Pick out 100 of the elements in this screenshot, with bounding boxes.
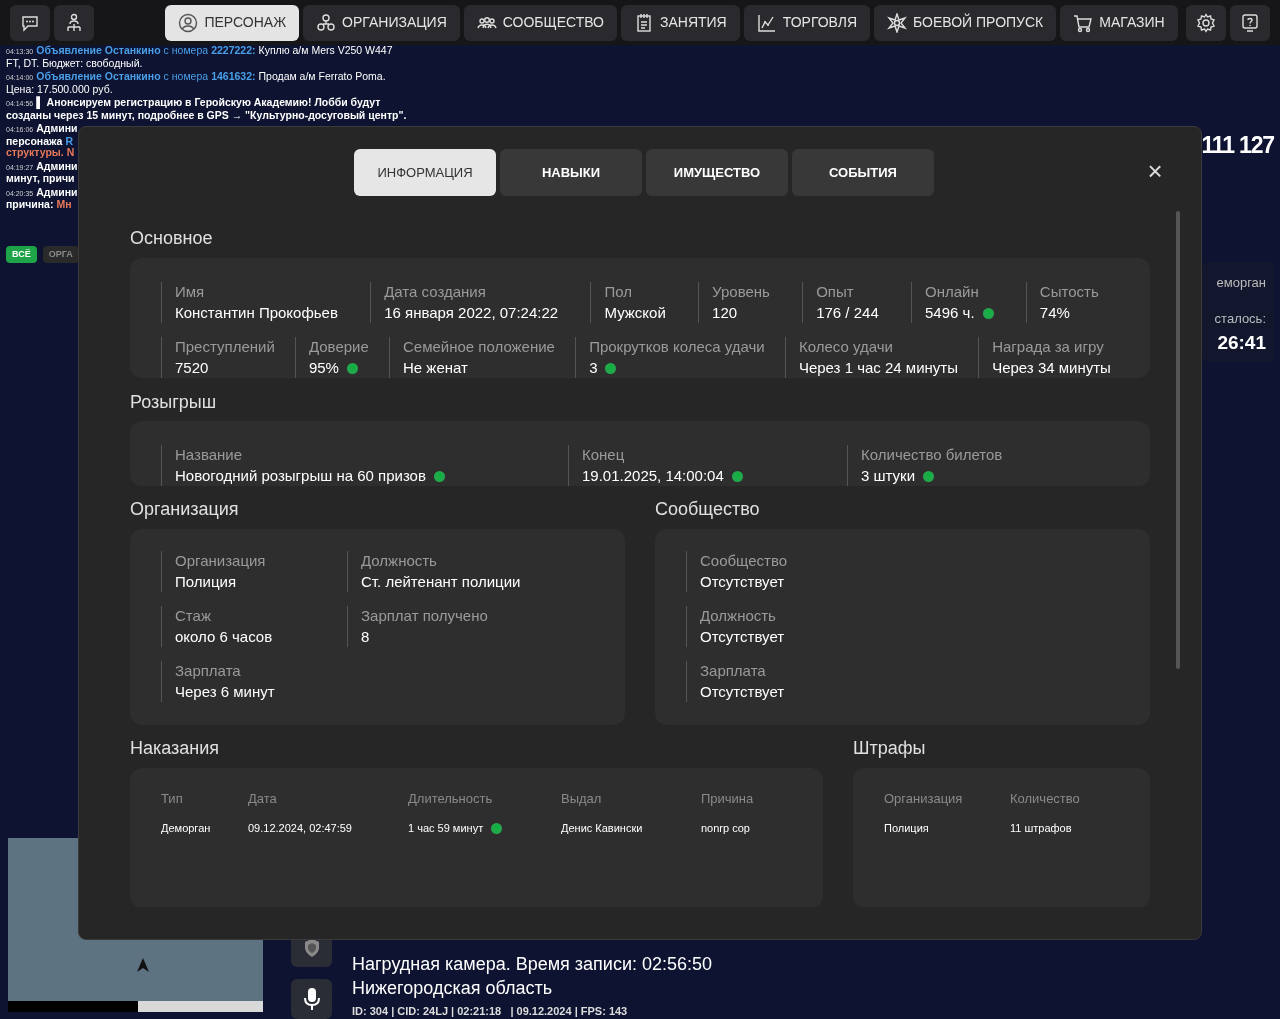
nav-tab[interactable]: ОРГАНИЗАЦИЯ: [303, 4, 460, 41]
table-cell-text: Деморган: [161, 821, 211, 836]
field-label: Пол: [604, 282, 633, 302]
notebook-icon: [634, 12, 654, 33]
chat-text: причина:: [6, 199, 54, 211]
column-header: Длительность: [408, 790, 494, 808]
field-label: Имя: [175, 282, 206, 302]
modal-tab[interactable]: НАВЫКИ: [500, 149, 642, 196]
nav-tab[interactable]: ЗАНЯТИЯ: [621, 4, 740, 41]
field-label: Зарплата: [700, 661, 767, 681]
field-value: Через 34 минуты: [992, 358, 1111, 378]
field-value: около 6 часов: [175, 627, 273, 647]
table-cell-text: 11 штрафов: [1010, 821, 1072, 836]
chat-text: структуры. N: [6, 147, 75, 159]
scrollbar[interactable]: [1176, 211, 1180, 669]
microphone-button[interactable]: [291, 979, 332, 1019]
field-label: Организация: [175, 551, 267, 571]
field-value: Через 1 час 24 минуты: [798, 358, 958, 378]
column-header: Тип: [161, 790, 184, 808]
field-value: Новогодний розыгрыш на 60 призов: [175, 466, 426, 486]
nav-tab[interactable]: ПЕРСОНАЖ: [165, 4, 300, 41]
field-label: Стаж: [175, 606, 212, 626]
close-button[interactable]: ×: [1143, 157, 1167, 185]
bodycam-title: Нагрудная камера. Время записи: 02:56:50: [352, 953, 713, 976]
field-value: Полиция: [175, 572, 237, 592]
chat-text: Админи: [36, 186, 78, 198]
region-text: Нижегородская область: [352, 977, 554, 1000]
field-value: 8: [361, 627, 370, 647]
field-label: Зарплата: [175, 661, 242, 681]
field-label: Преступлений: [175, 337, 276, 357]
field-value: Константин Прокофьев: [175, 303, 338, 323]
column-header: Выдал: [561, 790, 603, 808]
field-value: Через 6 минут: [175, 682, 275, 702]
column-header: Организация: [884, 790, 964, 808]
chat-text: персонажа: [6, 135, 63, 147]
field-label: Должность: [700, 606, 777, 626]
timer-value: 26:41: [1217, 331, 1266, 355]
field-value: Отсутствует: [700, 572, 785, 592]
chat-text: FT, DT. Бюджет: свободный.: [6, 57, 143, 69]
field-value: 7520: [175, 358, 209, 378]
nav-tab[interactable]: МАГАЗИН: [1060, 4, 1178, 41]
chat-text: Продам а/м Ferrato Poma.: [258, 71, 386, 83]
chat-text: Объявление Останкино: [36, 45, 161, 57]
field-value: 74%: [1039, 303, 1070, 323]
field-label: Онлайн: [925, 282, 980, 302]
line-chart-icon: [756, 12, 777, 33]
column-header: Дата: [248, 790, 278, 808]
section-title: Розыгрыш: [130, 391, 218, 413]
table-cell-text: 1 час 59 минут: [408, 821, 484, 836]
settings-button[interactable]: [1185, 4, 1226, 41]
chat-button[interactable]: [10, 4, 51, 41]
chat-filter[interactable]: ОРГА: [42, 246, 79, 263]
field-value: 95%: [308, 358, 339, 378]
gear-icon: [1195, 12, 1216, 33]
status-label: еморган: [1216, 274, 1266, 292]
field-value: 3 штуки: [861, 466, 916, 486]
field-value: Мужской: [604, 303, 666, 323]
section-title: Наказания: [130, 737, 221, 759]
field-label: Колесо удачи: [798, 337, 894, 357]
nav-tab[interactable]: БОЕВОЙ ПРОПУСК: [874, 4, 1057, 41]
field-label: Награда за игру: [992, 337, 1105, 357]
timer-label: сталось:: [1214, 310, 1266, 328]
balance-amount: 111 127: [1201, 131, 1274, 160]
column-header: Причина: [701, 790, 755, 808]
field-label: Название: [175, 445, 244, 465]
microphone-icon: [303, 987, 320, 1011]
chat-text: Мн: [56, 199, 72, 211]
modal-tab[interactable]: ИНФОРМАЦИЯ: [354, 149, 496, 196]
field-value: 5496 ч.: [925, 303, 975, 323]
chat-text: Админи: [36, 123, 78, 135]
people-icon: [316, 12, 337, 33]
field-label: Сытость: [1039, 282, 1100, 302]
chat-text: Цена: 17.500.000 руб.: [6, 83, 113, 95]
field-label: Конец: [582, 445, 626, 465]
field-label: Опыт: [816, 282, 855, 302]
cart-icon: [1073, 12, 1094, 33]
nav-tab[interactable]: СООБЩЕСТВО: [463, 4, 617, 41]
field-value: 176 / 244: [816, 303, 879, 323]
session-info: ID: 304 | CID: 24LJ | 02:21:18 | 09.12.2024 | FPS: 143: [352, 1004, 629, 1019]
field-value: 120: [712, 303, 738, 323]
hierarchy-button[interactable]: [54, 4, 95, 41]
field-label: Доверие: [308, 337, 370, 357]
chat-text: Куплю а/м Mers V250 W447: [258, 45, 393, 57]
field-label: Количество билетов: [861, 445, 1004, 465]
field-label: Уровень: [712, 282, 771, 302]
help-button[interactable]: [1229, 4, 1271, 41]
nav-tab[interactable]: ТОРГОВЛЯ: [743, 4, 871, 41]
chat-text: Объявление Останкино: [36, 71, 161, 83]
help-screen-icon: [1239, 12, 1260, 33]
chat-text: с номера: [163, 71, 209, 83]
table-cell-text: Денис Кавински: [561, 821, 643, 836]
field-value: Ст. лейтенант полиции: [361, 572, 521, 592]
modal-tab[interactable]: СОБЫТИЯ: [792, 149, 934, 196]
modal-tab[interactable]: ИМУЩЕСТВО: [646, 149, 788, 196]
field-value: 16 января 2022, 07:24:22: [384, 303, 559, 323]
field-value: Отсутствует: [700, 627, 785, 647]
chat-text: с номера: [163, 45, 209, 57]
field-value: Отсутствует: [700, 682, 785, 702]
section-title: Штрафы: [853, 737, 927, 759]
section-title: Организация: [130, 498, 240, 520]
